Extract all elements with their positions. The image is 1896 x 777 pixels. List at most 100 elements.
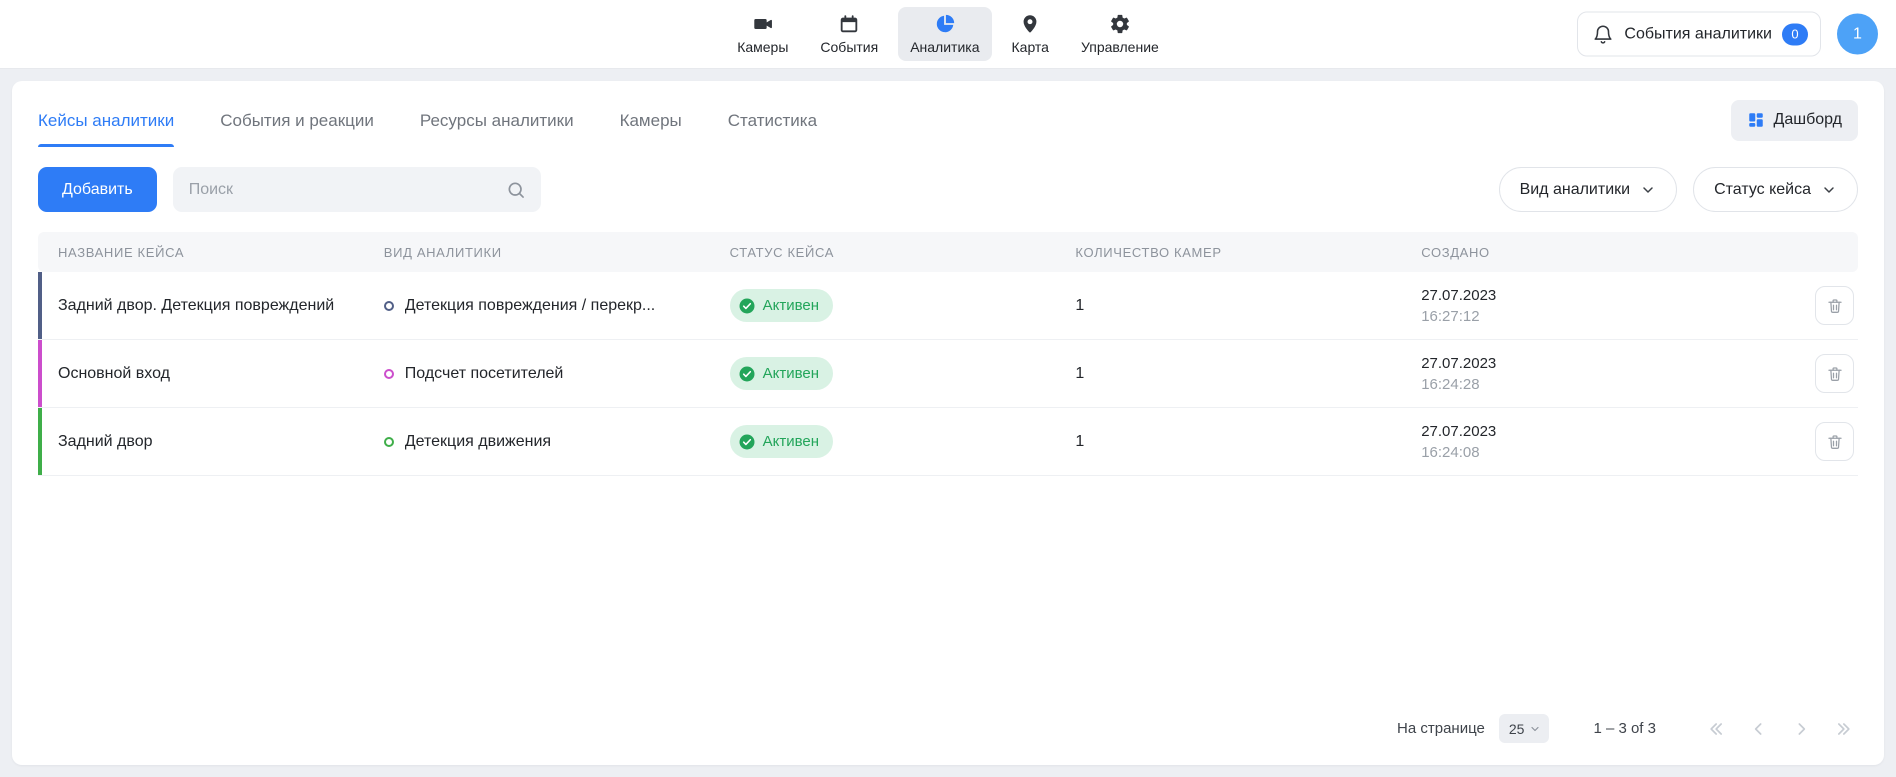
camera-icon	[752, 13, 774, 35]
last-page-button[interactable]	[1830, 716, 1856, 742]
actions-cell	[1766, 422, 1858, 461]
nav-item-management[interactable]: Управление	[1069, 7, 1171, 61]
nav-item-events[interactable]: События	[808, 7, 890, 61]
analytics-type-cell: Подсчет посетителей	[384, 365, 730, 383]
events-count-badge: 0	[1782, 23, 1808, 45]
case-name: Основной вход	[38, 365, 384, 383]
tab-analytics-resources[interactable]: Ресурсы аналитики	[420, 93, 574, 147]
dashboard-grid-icon	[1747, 111, 1765, 129]
actions-cell	[1766, 286, 1858, 325]
dashboard-button-label: Дашборд	[1774, 111, 1843, 129]
per-page-select[interactable]: 25	[1499, 714, 1550, 743]
chevron-down-icon	[1529, 723, 1541, 735]
table-header: НАЗВАНИЕ КЕЙСА ВИД АНАЛИТИКИ СТАТУС КЕЙС…	[38, 232, 1858, 272]
analytics-type-icon	[384, 301, 394, 311]
nav-label-events: События	[820, 39, 878, 55]
analytics-type-label: Детекция движения	[405, 433, 551, 451]
column-header-type: ВИД АНАЛИТИКИ	[384, 245, 730, 260]
status-cell: Активен	[730, 289, 1076, 322]
per-page-label: На странице	[1397, 720, 1485, 737]
delete-button[interactable]	[1815, 286, 1854, 325]
analytics-type-cell: Детекция движения	[384, 433, 730, 451]
row-accent-bar	[38, 433, 42, 451]
created-time: 16:24:28	[1421, 376, 1766, 393]
case-name: Задний двор	[38, 433, 384, 451]
chevron-down-icon	[1640, 182, 1656, 198]
topbar-right: События аналитики 0 1	[1577, 12, 1878, 57]
row-accent-bar	[38, 297, 42, 315]
pie-chart-icon	[934, 13, 956, 35]
nav-item-map[interactable]: Карта	[1000, 7, 1061, 61]
camera-count: 1	[1075, 297, 1421, 315]
search-icon[interactable]	[506, 180, 526, 200]
nav-label-map: Карта	[1012, 39, 1049, 55]
tab-statistics[interactable]: Статистика	[728, 93, 817, 147]
first-page-button[interactable]	[1704, 716, 1730, 742]
tab-analytics-cases[interactable]: Кейсы аналитики	[38, 93, 174, 147]
toolbar: Добавить Вид аналитики Статус кейса	[38, 167, 1858, 212]
created-date: 27.07.2023	[1421, 423, 1766, 440]
analytics-type-label: Подсчет посетителей	[405, 365, 564, 383]
camera-count: 1	[1075, 433, 1421, 451]
case-status-filter-label: Статус кейса	[1714, 181, 1811, 199]
events-button-label: События аналитики	[1624, 25, 1772, 43]
search-input-wrapper	[173, 167, 541, 212]
delete-button[interactable]	[1815, 354, 1854, 393]
column-header-created: СОЗДАНО	[1421, 245, 1766, 260]
column-header-cameras: КОЛИЧЕСТВО КАМЕР	[1075, 245, 1421, 260]
analytics-type-icon	[384, 369, 394, 379]
status-badge: Активен	[730, 289, 833, 322]
page-range-label: 1 – 3 of 3	[1593, 720, 1656, 737]
created-cell: 27.07.2023 16:27:12	[1421, 287, 1766, 325]
chevron-down-icon	[1821, 182, 1837, 198]
analytics-page-card: Кейсы аналитики События и реакции Ресурс…	[12, 81, 1884, 765]
nav-label-management: Управление	[1081, 39, 1159, 55]
nav-label-analytics: Аналитика	[910, 39, 979, 55]
table-row[interactable]: Задний двор Детекция движения Активен 1 …	[38, 408, 1858, 476]
tab-events-reactions[interactable]: События и реакции	[220, 93, 374, 147]
nav-label-cameras: Камеры	[737, 39, 788, 55]
pager-buttons	[1704, 716, 1856, 742]
add-button[interactable]: Добавить	[38, 167, 157, 212]
table-row[interactable]: Задний двор. Детекция повреждений Детекц…	[38, 272, 1858, 340]
top-navigation: Камеры События Аналитика Карта Управлени	[725, 7, 1171, 61]
cases-table: НАЗВАНИЕ КЕЙСА ВИД АНАЛИТИКИ СТАТУС КЕЙС…	[38, 232, 1858, 476]
created-date: 27.07.2023	[1421, 355, 1766, 372]
status-cell: Активен	[730, 357, 1076, 390]
tab-cameras[interactable]: Камеры	[620, 93, 682, 147]
created-time: 16:27:12	[1421, 308, 1766, 325]
map-pin-icon	[1019, 13, 1041, 35]
created-cell: 27.07.2023 16:24:08	[1421, 423, 1766, 461]
pagination: На странице 25 1 – 3 of 3	[38, 696, 1858, 765]
nav-item-cameras[interactable]: Камеры	[725, 7, 800, 61]
analytics-type-filter[interactable]: Вид аналитики	[1499, 167, 1678, 212]
case-status-filter[interactable]: Статус кейса	[1693, 167, 1858, 212]
nav-item-analytics[interactable]: Аналитика	[898, 7, 991, 61]
search-input[interactable]	[173, 167, 541, 212]
camera-count: 1	[1075, 365, 1421, 383]
row-accent-bar	[38, 365, 42, 383]
next-page-button[interactable]	[1788, 716, 1814, 742]
calendar-icon	[838, 13, 860, 35]
analytics-type-cell: Детекция повреждения / перекр...	[384, 297, 730, 315]
tabs: Кейсы аналитики События и реакции Ресурс…	[38, 93, 817, 147]
previous-page-button[interactable]	[1746, 716, 1772, 742]
created-date: 27.07.2023	[1421, 287, 1766, 304]
delete-button[interactable]	[1815, 422, 1854, 461]
tabs-row: Кейсы аналитики События и реакции Ресурс…	[38, 81, 1858, 147]
table-row[interactable]: Основной вход Подсчет посетителей Активе…	[38, 340, 1858, 408]
bell-icon	[1592, 23, 1614, 45]
column-header-status: СТАТУС КЕЙСА	[730, 245, 1076, 260]
actions-cell	[1766, 354, 1858, 393]
check-circle-icon	[738, 433, 756, 451]
dashboard-button[interactable]: Дашборд	[1731, 100, 1859, 141]
user-avatar[interactable]: 1	[1837, 14, 1878, 55]
analytics-events-button[interactable]: События аналитики 0	[1577, 12, 1821, 57]
analytics-type-label: Детекция повреждения / перекр...	[405, 297, 655, 315]
analytics-type-icon	[384, 437, 394, 447]
analytics-type-filter-label: Вид аналитики	[1520, 181, 1631, 199]
status-badge: Активен	[730, 425, 833, 458]
case-name: Задний двор. Детекция повреждений	[38, 297, 384, 315]
column-header-name: НАЗВАНИЕ КЕЙСА	[38, 245, 384, 260]
status-badge: Активен	[730, 357, 833, 390]
